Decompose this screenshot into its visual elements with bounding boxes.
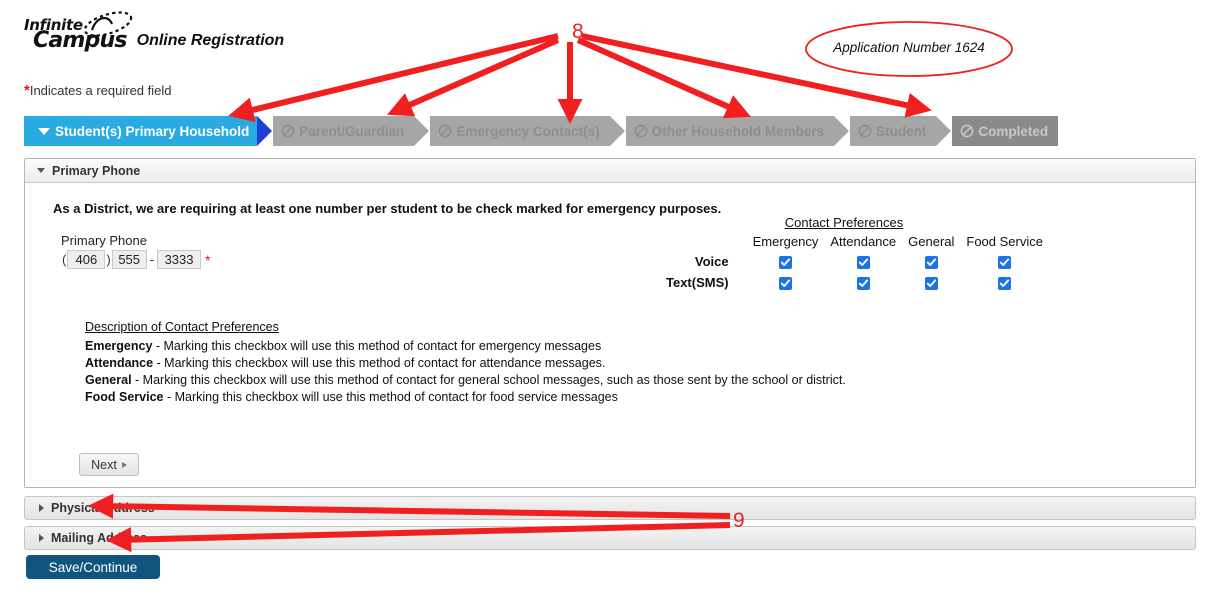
primary-phone-label: Primary Phone [61, 233, 147, 248]
caret-down-icon [37, 168, 45, 173]
tab-emergency-contacts[interactable]: Emergency Contact(s) [430, 116, 625, 146]
no-entry-icon [438, 124, 452, 138]
checkbox-voice-food-service[interactable] [998, 256, 1012, 270]
tab-parent-guardian[interactable]: Parent/Guardian [273, 116, 430, 146]
required-field-note: *Indicates a required field [24, 82, 172, 99]
next-button-label: Next [91, 457, 117, 472]
checkbox-voice-general[interactable] [924, 256, 938, 270]
column-header-emergency: Emergency [752, 234, 819, 249]
tab-label: Parent/Guardian [299, 123, 405, 139]
primary-phone-section-header[interactable]: Primary Phone [25, 159, 1195, 183]
tab-label: Student(s) Primary Household [55, 123, 250, 139]
tab-label: Other Household Members [651, 123, 825, 139]
term-text: - Marking this checkbox will use this me… [163, 390, 618, 404]
annotation-label-8: 8 [572, 20, 584, 43]
tab-label: Emergency Contact(s) [456, 123, 600, 139]
tab-completed[interactable]: Completed [952, 116, 1059, 146]
description-item-food-service: Food Service - Marking this checkbox wil… [85, 389, 846, 406]
checkbox-sms-attendance[interactable] [856, 277, 870, 291]
no-entry-icon [858, 124, 872, 138]
column-header-general: General [908, 234, 955, 249]
annotation-arrows-8 [228, 33, 932, 124]
contact-preferences-table: Emergency Attendance General Food Servic… [665, 234, 1049, 293]
caret-right-icon [39, 534, 44, 542]
column-header-attendance: Attendance [830, 234, 897, 249]
registration-step-tabs: Student(s) Primary Household Parent/Guar… [24, 116, 1059, 146]
term-label: Attendance [85, 356, 154, 370]
checkbox-voice-attendance[interactable] [856, 256, 870, 270]
application-number-note: Application Number 1624 [828, 40, 990, 55]
table-row: Voice [665, 251, 1049, 272]
table-row: Text(SMS) [665, 272, 1049, 293]
tab-other-household-members[interactable]: Other Household Members [625, 116, 849, 146]
next-button[interactable]: Next [79, 453, 139, 476]
corner-cell [665, 234, 747, 251]
section-physical-address[interactable]: Physical Address [24, 496, 1196, 520]
tab-label: Student [876, 123, 927, 139]
close-paren: ) [106, 252, 111, 267]
primary-phone-field-group: Primary Phone ( ) - * [61, 233, 210, 269]
table-header-row: Emergency Attendance General Food Servic… [665, 234, 1049, 251]
row-label-voice: Voice [694, 254, 729, 270]
brand-header: Infinite Campus Online Registration [24, 11, 285, 52]
primary-phone-panel: Primary Phone As a District, we are requ… [24, 158, 1196, 488]
application-number-text: Application Number 1624 [833, 40, 985, 55]
checkbox-sms-food-service[interactable] [998, 277, 1012, 291]
campus-swoosh-icon [82, 11, 138, 40]
contact-preference-descriptions: Description of Contact Preferences Emerg… [85, 319, 846, 406]
term-label: Food Service [85, 390, 164, 404]
caret-right-icon [121, 461, 127, 468]
no-entry-icon [634, 124, 648, 138]
no-entry-icon [960, 124, 974, 138]
district-requirement-text: As a District, we are requiring at least… [53, 201, 722, 216]
caret-down-icon [38, 127, 50, 135]
product-name: Online Registration [136, 32, 285, 49]
required-asterisk: * [205, 251, 211, 268]
phone-area-code-input[interactable] [67, 250, 106, 269]
infinite-campus-logo: Infinite Campus [24, 11, 133, 52]
caret-right-icon [39, 504, 44, 512]
save-continue-button[interactable]: Save/Continue [26, 555, 160, 579]
description-item-emergency: Emergency - Marking this checkbox will u… [85, 338, 846, 355]
tab-label: Completed [978, 123, 1049, 139]
contact-preferences-group: Contact Preferences Emergency Attendance… [665, 215, 1049, 293]
term-label: General [85, 373, 132, 387]
checkbox-sms-general[interactable] [924, 277, 938, 291]
tab-students-primary-household[interactable]: Student(s) Primary Household [24, 116, 273, 146]
checkbox-voice-emergency[interactable] [778, 256, 792, 270]
description-item-attendance: Attendance - Marking this checkbox will … [85, 355, 846, 372]
annotation-label-9: 9 [733, 509, 745, 532]
section-title: Physical Address [51, 501, 155, 515]
section-mailing-address[interactable]: Mailing Address [24, 526, 1196, 550]
term-label: Emergency [85, 339, 153, 353]
contact-preferences-title: Contact Preferences [784, 215, 904, 230]
term-text: - Marking this checkbox will use this me… [131, 373, 846, 387]
checkbox-sms-emergency[interactable] [778, 277, 792, 291]
row-label-text-sms: Text(SMS) [666, 275, 729, 291]
required-note-text: Indicates a required field [29, 83, 172, 98]
section-title: Mailing Address [51, 531, 148, 545]
description-item-general: General - Marking this checkbox will use… [85, 372, 846, 389]
term-text: - Marking this checkbox will use this me… [153, 356, 606, 370]
no-entry-icon [281, 124, 295, 138]
section-title: Primary Phone [52, 163, 141, 178]
tab-student[interactable]: Student [850, 116, 952, 146]
phone-dash: - [149, 252, 155, 267]
descriptions-title: Description of Contact Preferences [85, 320, 279, 334]
term-text: - Marking this checkbox will use this me… [152, 339, 602, 353]
phone-prefix-input[interactable] [111, 250, 147, 269]
open-paren: ( [62, 252, 67, 267]
phone-line-number-input[interactable] [157, 250, 202, 269]
column-header-food-service: Food Service [966, 234, 1043, 249]
